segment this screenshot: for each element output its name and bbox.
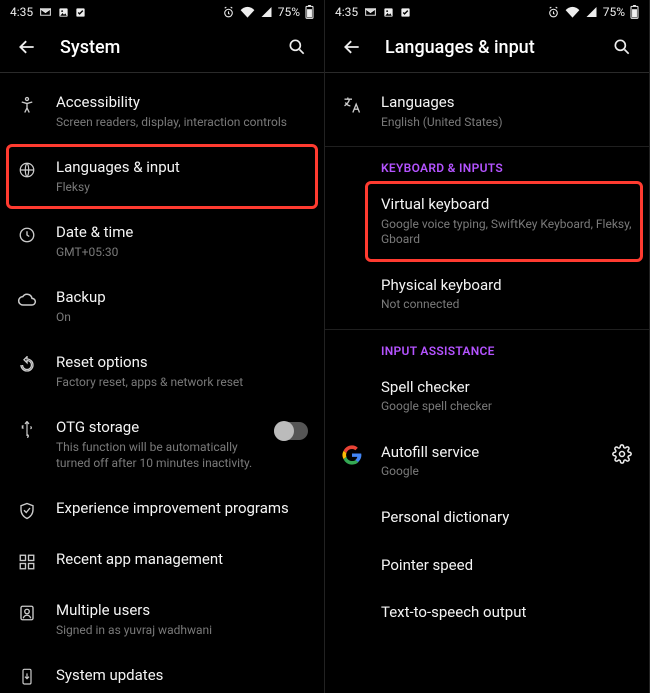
row-title: Virtual keyboard bbox=[381, 195, 633, 215]
row-sub: Google voice typing, SwiftKey Keyboard, … bbox=[381, 217, 633, 248]
checkbox-icon bbox=[75, 7, 86, 18]
page-title: System bbox=[60, 37, 264, 58]
wifi-icon bbox=[565, 6, 580, 18]
apps-icon bbox=[16, 551, 38, 573]
app-bar: System bbox=[0, 22, 324, 68]
row-sub: This function will be automatically turn… bbox=[56, 440, 256, 471]
system-settings-screen: 4:35 75% System Accessibi bbox=[0, 0, 325, 693]
divider bbox=[325, 329, 649, 330]
alarm-icon bbox=[547, 6, 560, 19]
row-experience-programs[interactable]: Experience improvement programs bbox=[0, 485, 324, 536]
row-title: Physical keyboard bbox=[381, 276, 633, 296]
otg-toggle[interactable] bbox=[274, 422, 308, 440]
row-date-time[interactable]: Date & time GMT+05:30 bbox=[0, 209, 324, 274]
signal-icon bbox=[585, 6, 598, 18]
row-title: Languages & input bbox=[56, 158, 308, 178]
row-title: Date & time bbox=[56, 223, 308, 243]
row-title: Text-to-speech output bbox=[381, 603, 633, 623]
row-sub: Fleksy bbox=[56, 180, 308, 196]
back-button[interactable] bbox=[16, 36, 38, 58]
row-accessibility[interactable]: Accessibility Screen readers, display, i… bbox=[0, 79, 324, 144]
row-title: Languages bbox=[381, 93, 633, 113]
image-icon bbox=[58, 7, 69, 18]
row-title: Accessibility bbox=[56, 93, 308, 113]
row-spell-checker[interactable]: Spell checker Google spell checker bbox=[325, 364, 649, 429]
battery-pct: 75% bbox=[278, 5, 300, 19]
divider bbox=[325, 146, 649, 147]
image-icon bbox=[383, 7, 394, 18]
row-recent-app-mgmt[interactable]: Recent app management bbox=[0, 536, 324, 587]
row-physical-keyboard[interactable]: Physical keyboard Not connected bbox=[325, 262, 649, 327]
battery-icon bbox=[630, 5, 639, 19]
section-input-assistance: INPUT ASSISTANCE bbox=[325, 332, 649, 364]
row-tts-output[interactable]: Text-to-speech output bbox=[325, 589, 649, 637]
user-icon bbox=[16, 602, 38, 624]
translate-icon bbox=[341, 94, 363, 116]
clock-icon bbox=[16, 224, 38, 246]
signal-icon bbox=[260, 6, 273, 18]
battery-pct: 75% bbox=[603, 5, 625, 19]
row-title: Personal dictionary bbox=[381, 508, 633, 528]
clock: 4:35 bbox=[10, 5, 33, 19]
row-title: Reset options bbox=[56, 353, 308, 373]
row-sub: Screen readers, display, interaction con… bbox=[56, 115, 308, 131]
row-title: System updates bbox=[56, 666, 308, 686]
autofill-settings-button[interactable] bbox=[611, 443, 633, 465]
row-sub: On bbox=[56, 310, 308, 326]
row-sub: Not connected bbox=[381, 297, 633, 313]
search-button[interactable] bbox=[611, 36, 633, 58]
row-sub: English (United States) bbox=[381, 115, 633, 131]
row-title: Pointer speed bbox=[381, 556, 633, 576]
shield-check-icon bbox=[16, 500, 38, 522]
google-icon bbox=[341, 444, 363, 466]
app-bar: Languages & input bbox=[325, 22, 649, 68]
back-button[interactable] bbox=[341, 36, 363, 58]
globe-icon bbox=[16, 159, 38, 181]
row-system-updates[interactable]: System updates bbox=[0, 652, 324, 693]
row-multiple-users[interactable]: Multiple users Signed in as yuvraj wadhw… bbox=[0, 587, 324, 652]
status-bar: 4:35 75% bbox=[0, 0, 324, 22]
row-title: Backup bbox=[56, 288, 308, 308]
update-icon bbox=[16, 667, 38, 689]
row-title: Recent app management bbox=[56, 550, 308, 570]
row-sub: GMT+05:30 bbox=[56, 245, 308, 261]
row-personal-dictionary[interactable]: Personal dictionary bbox=[325, 494, 649, 542]
row-autofill-service[interactable]: Autofill service Google bbox=[325, 429, 649, 494]
settings-list: Accessibility Screen readers, display, i… bbox=[0, 73, 324, 693]
row-otg-storage[interactable]: OTG storage This function will be automa… bbox=[0, 404, 324, 485]
search-button[interactable] bbox=[286, 36, 308, 58]
row-title: Spell checker bbox=[381, 378, 633, 398]
gmail-icon bbox=[364, 7, 377, 17]
row-title: Experience improvement programs bbox=[56, 499, 308, 519]
row-reset-options[interactable]: Reset options Factory reset, apps & netw… bbox=[0, 339, 324, 404]
reset-icon bbox=[16, 354, 38, 376]
checkbox-icon bbox=[400, 7, 411, 18]
section-keyboard-inputs: KEYBOARD & INPUTS bbox=[325, 149, 649, 181]
row-sub: Signed in as yuvraj wadhwani bbox=[56, 623, 308, 639]
settings-list: Languages English (United States) KEYBOA… bbox=[325, 73, 649, 693]
page-title: Languages & input bbox=[385, 37, 589, 58]
wifi-icon bbox=[240, 6, 255, 18]
accessibility-icon bbox=[16, 94, 38, 116]
row-title: Multiple users bbox=[56, 601, 308, 621]
row-title: Autofill service bbox=[381, 443, 593, 463]
usb-icon bbox=[16, 419, 38, 441]
row-pointer-speed[interactable]: Pointer speed bbox=[325, 542, 649, 590]
row-virtual-keyboard[interactable]: Virtual keyboard Google voice typing, Sw… bbox=[325, 181, 649, 262]
alarm-icon bbox=[222, 6, 235, 19]
row-languages-input[interactable]: Languages & input Fleksy bbox=[0, 144, 324, 209]
status-bar: 4:35 75% bbox=[325, 0, 649, 22]
battery-icon bbox=[305, 5, 314, 19]
row-sub: Google bbox=[381, 464, 593, 480]
row-backup[interactable]: Backup On bbox=[0, 274, 324, 339]
languages-input-screen: 4:35 75% Languages & input Lang bbox=[325, 0, 650, 693]
cloud-icon bbox=[16, 289, 38, 311]
row-languages[interactable]: Languages English (United States) bbox=[325, 79, 649, 144]
row-sub: Google spell checker bbox=[381, 399, 633, 415]
row-sub: Factory reset, apps & network reset bbox=[56, 375, 308, 391]
gmail-icon bbox=[39, 7, 52, 17]
row-title: OTG storage bbox=[56, 418, 256, 438]
clock: 4:35 bbox=[335, 5, 358, 19]
